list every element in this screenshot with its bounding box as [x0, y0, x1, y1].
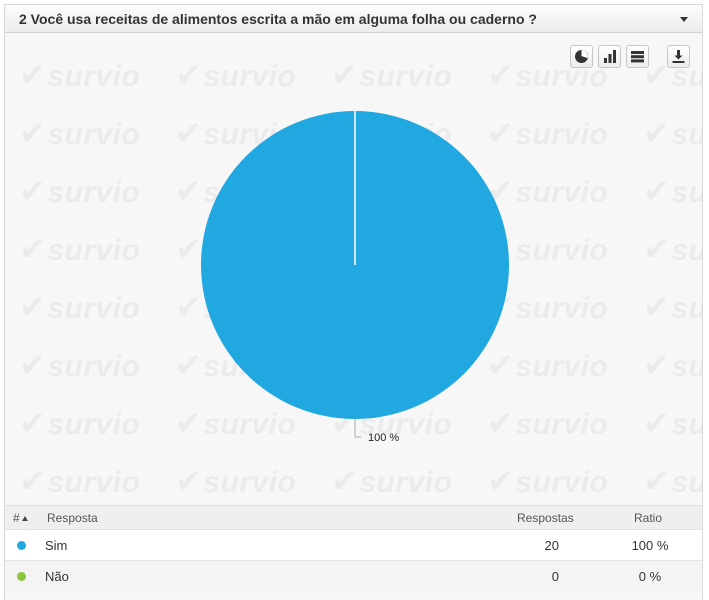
count-column-header[interactable]: Respostas	[517, 511, 574, 525]
answer-count: 0	[551, 569, 559, 584]
chevron-down-icon[interactable]	[680, 17, 688, 22]
pie-chart-button[interactable]	[570, 45, 593, 68]
download-icon	[672, 50, 685, 63]
sort-ascending-icon	[21, 516, 28, 521]
question-header[interactable]: 2 Você usa receitas de alimentos escrita…	[5, 5, 702, 33]
ratio-column-header[interactable]: Ratio	[634, 511, 662, 525]
pie-chart-icon	[575, 50, 588, 63]
answer-label: Sim	[45, 538, 68, 553]
bar-chart-button[interactable]	[598, 45, 621, 68]
table-row: Não 0 0 %	[5, 560, 702, 591]
legend-dot-nao	[17, 572, 26, 581]
question-panel: 2 Você usa receitas de alimentos escrita…	[4, 4, 703, 600]
table-row: Sim 20 100 %	[5, 529, 702, 560]
download-button[interactable]	[667, 45, 690, 68]
data-label: 100 %	[368, 432, 399, 444]
legend-dot-sim	[17, 541, 26, 550]
bar-chart-icon	[604, 50, 616, 63]
label-connector	[354, 419, 361, 438]
sort-by-number-header[interactable]: #	[13, 511, 28, 525]
table-view-button[interactable]	[626, 45, 649, 68]
hash-header-label: #	[13, 511, 20, 525]
results-table: # Resposta Respostas Ratio Sim 20 100 % …	[5, 505, 702, 591]
question-title: 2 Você usa receitas de alimentos escrita…	[19, 11, 537, 27]
answer-column-header[interactable]: Resposta	[47, 511, 98, 525]
answer-ratio: 100 %	[631, 538, 669, 553]
answer-ratio: 0 %	[638, 569, 662, 584]
chart-toolbar	[570, 45, 690, 69]
answer-label: Não	[45, 569, 69, 584]
chart-area: 100 %	[5, 34, 702, 504]
pie-chart: 100 %	[201, 111, 509, 444]
answer-count: 20	[544, 538, 559, 553]
table-header-row: # Resposta Respostas Ratio	[5, 505, 702, 529]
table-view-icon	[631, 51, 644, 63]
